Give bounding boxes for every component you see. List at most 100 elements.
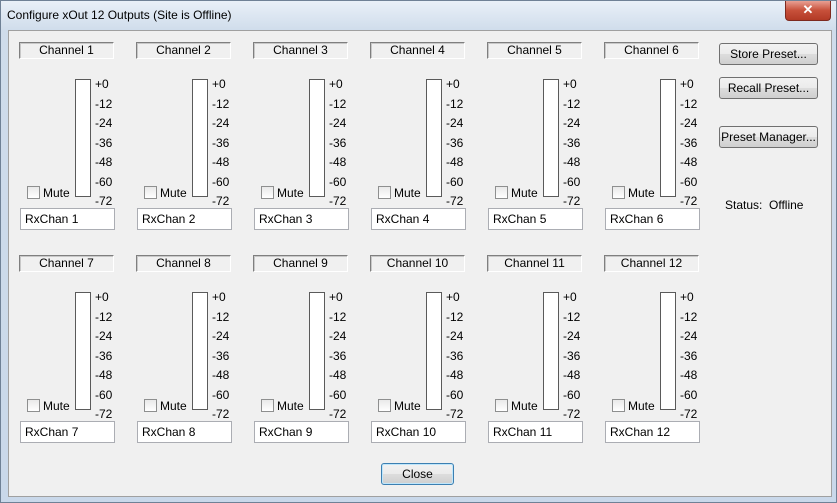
level-meter — [426, 292, 442, 410]
mute-label: Mute — [43, 399, 70, 413]
mute-checkbox[interactable]: Mute — [378, 399, 421, 413]
checkbox-icon[interactable] — [378, 186, 391, 200]
mute-checkbox[interactable]: Mute — [144, 399, 187, 413]
mute-checkbox[interactable]: Mute — [495, 186, 538, 200]
meter-scale-tick: +0 — [212, 290, 226, 304]
meter-scale-tick: -24 — [95, 329, 113, 343]
meter-scale-tick: -60 — [212, 175, 230, 189]
meter-scale-tick: -60 — [563, 388, 581, 402]
meter-scale-tick: -36 — [329, 349, 347, 363]
meter-scale-tick: -12 — [212, 97, 230, 111]
channel-label: Channel 3 — [253, 42, 348, 59]
checkbox-icon[interactable] — [495, 186, 508, 200]
status-label: Status: — [725, 198, 763, 212]
rx-channel-field[interactable]: RxChan 12 — [605, 421, 700, 443]
meter-scale-tick: +0 — [329, 77, 343, 91]
preset-manager-button[interactable]: Preset Manager... — [719, 126, 818, 148]
mute-label: Mute — [628, 399, 655, 413]
checkbox-icon[interactable] — [495, 399, 508, 413]
close-button[interactable]: Close — [381, 463, 454, 485]
level-meter — [192, 79, 208, 197]
mute-label: Mute — [394, 399, 421, 413]
meter-scale-tick: +0 — [95, 77, 109, 91]
checkbox-icon[interactable] — [261, 186, 274, 200]
meter-scale-tick: -12 — [563, 310, 581, 324]
close-icon: ✕ — [802, 2, 814, 17]
rx-channel-field[interactable]: RxChan 8 — [137, 421, 232, 443]
mute-checkbox[interactable]: Mute — [144, 186, 187, 200]
meter-scale-tick: -36 — [95, 349, 113, 363]
status-value: Offline — [769, 198, 804, 212]
mute-checkbox[interactable]: Mute — [495, 399, 538, 413]
window-close-button[interactable]: ✕ — [785, 1, 831, 21]
meter-scale-tick: -24 — [446, 329, 464, 343]
meter-scale-tick: -12 — [95, 97, 113, 111]
meter-scale-tick: -72 — [446, 407, 464, 421]
mute-checkbox[interactable]: Mute — [27, 399, 70, 413]
meter-scale-tick: -24 — [95, 116, 113, 130]
meter-scale-tick: -60 — [212, 388, 230, 402]
rx-channel-field[interactable]: RxChan 7 — [20, 421, 115, 443]
meter-scale-tick: +0 — [212, 77, 226, 91]
meter-scale-tick: -12 — [446, 97, 464, 111]
meter-scale-tick: +0 — [95, 290, 109, 304]
mute-checkbox[interactable]: Mute — [27, 186, 70, 200]
meter-scale-tick: -72 — [563, 407, 581, 421]
meter-scale-tick: -72 — [212, 407, 230, 421]
meter-scale-tick: -36 — [329, 136, 347, 150]
mute-checkbox[interactable]: Mute — [378, 186, 421, 200]
recall-preset-button[interactable]: Recall Preset... — [719, 77, 818, 99]
mute-checkbox[interactable]: Mute — [261, 186, 304, 200]
meter-scale-tick: -12 — [212, 310, 230, 324]
rx-channel-field[interactable]: RxChan 6 — [605, 208, 700, 230]
meter-scale-tick: -72 — [680, 407, 698, 421]
meter-scale-tick: -48 — [95, 155, 113, 169]
mute-checkbox[interactable]: Mute — [261, 399, 304, 413]
checkbox-icon[interactable] — [144, 186, 157, 200]
meter-scale-tick: +0 — [329, 290, 343, 304]
rx-channel-field[interactable]: RxChan 10 — [371, 421, 466, 443]
mute-label: Mute — [43, 186, 70, 200]
meter-scale-tick: -24 — [680, 116, 698, 130]
mute-label: Mute — [628, 186, 655, 200]
checkbox-icon[interactable] — [612, 186, 625, 200]
channel-label: Channel 10 — [370, 255, 465, 272]
mute-label: Mute — [160, 399, 187, 413]
checkbox-icon[interactable] — [261, 399, 274, 413]
store-preset-button[interactable]: Store Preset... — [719, 43, 818, 65]
rx-channel-field[interactable]: RxChan 9 — [254, 421, 349, 443]
checkbox-icon[interactable] — [27, 186, 40, 200]
rx-channel-field[interactable]: RxChan 5 — [488, 208, 583, 230]
level-meter — [75, 292, 91, 410]
meter-scale-tick: -72 — [563, 194, 581, 208]
checkbox-icon[interactable] — [144, 399, 157, 413]
rx-channel-field[interactable]: RxChan 3 — [254, 208, 349, 230]
meter-scale-tick: -36 — [446, 136, 464, 150]
dialog-client-area: Channel 1 +0 -12 -24 -36 -48 -60 -72 Mute RxChan … — [8, 30, 832, 497]
title-bar[interactable]: Configure xOut 12 Outputs (Site is Offli… — [1, 1, 836, 29]
meter-scale-tick: -24 — [212, 116, 230, 130]
meter-scale-tick: -24 — [446, 116, 464, 130]
channel-label: Channel 2 — [136, 42, 231, 59]
meter-scale-tick: -60 — [329, 175, 347, 189]
rx-channel-field[interactable]: RxChan 4 — [371, 208, 466, 230]
channel-label: Channel 11 — [487, 255, 582, 272]
level-meter — [75, 79, 91, 197]
meter-scale-tick: -12 — [680, 97, 698, 111]
rx-channel-field[interactable]: RxChan 11 — [488, 421, 583, 443]
checkbox-icon[interactable] — [612, 399, 625, 413]
rx-channel-field[interactable]: RxChan 2 — [137, 208, 232, 230]
level-meter — [309, 79, 325, 197]
meter-scale-tick: -60 — [563, 175, 581, 189]
checkbox-icon[interactable] — [27, 399, 40, 413]
mute-checkbox[interactable]: Mute — [612, 186, 655, 200]
rx-channel-field[interactable]: RxChan 1 — [20, 208, 115, 230]
meter-scale-tick: -24 — [680, 329, 698, 343]
dialog-window: Configure xOut 12 Outputs (Site is Offli… — [0, 0, 837, 503]
mute-checkbox[interactable]: Mute — [612, 399, 655, 413]
checkbox-icon[interactable] — [378, 399, 391, 413]
level-meter — [543, 292, 559, 410]
meter-scale-tick: -48 — [329, 155, 347, 169]
channel-label: Channel 9 — [253, 255, 348, 272]
meter-scale-tick: -60 — [680, 388, 698, 402]
